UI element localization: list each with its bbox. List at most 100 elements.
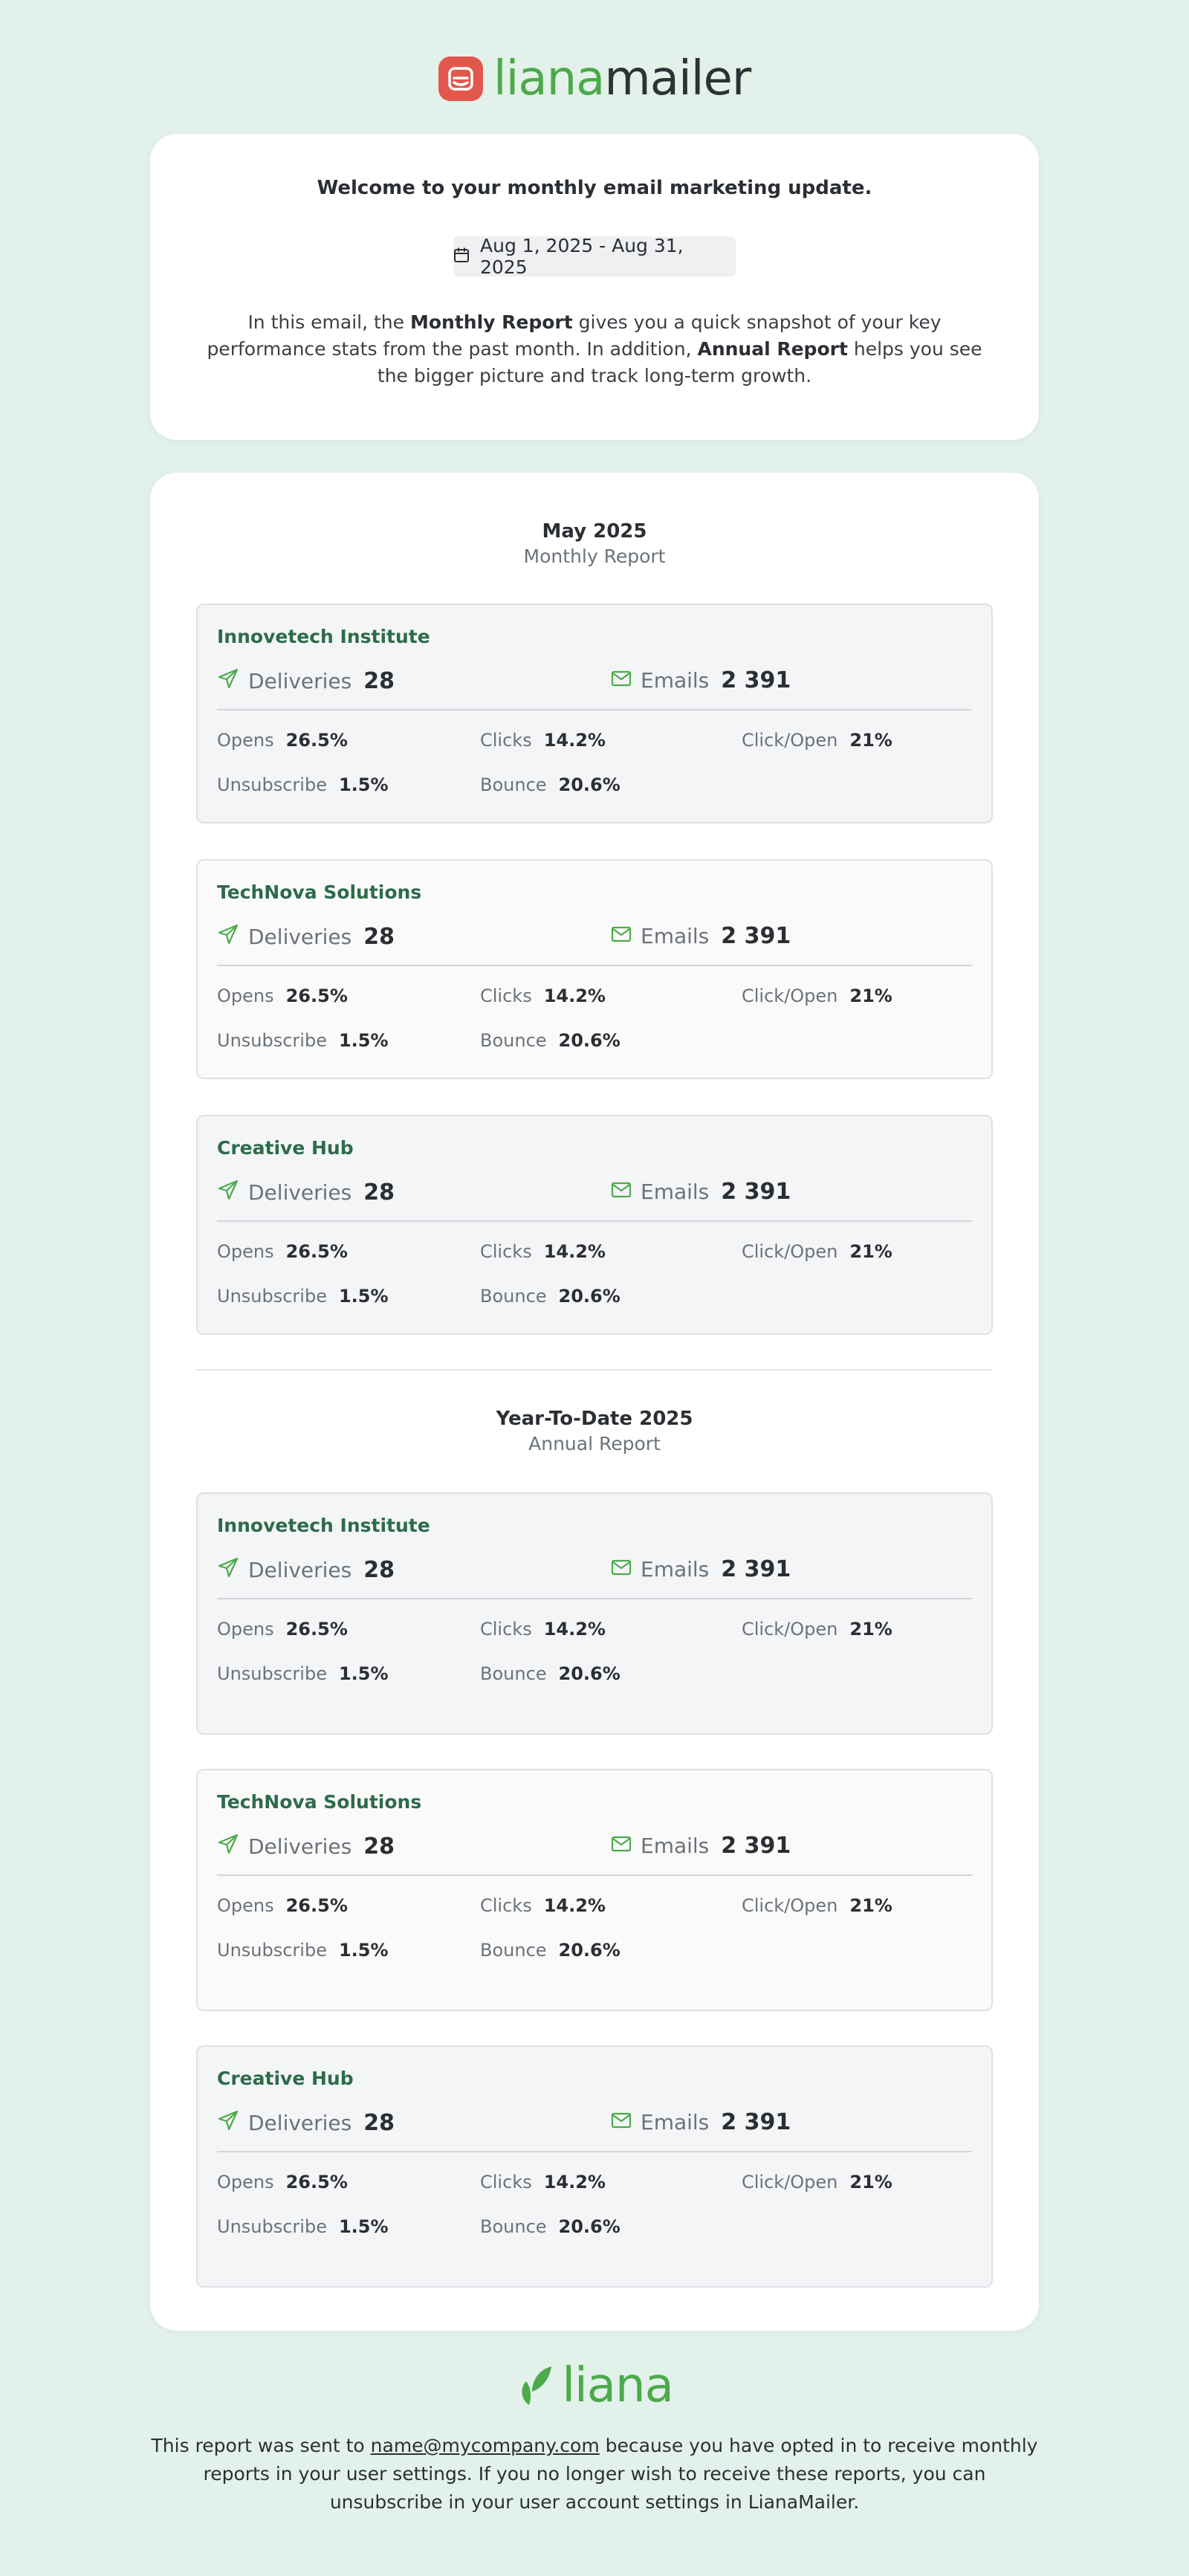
deliveries-label: Deliveries	[248, 2111, 352, 2135]
unsubscribe-metric: Unsubscribe 1.5%	[217, 1030, 389, 1051]
send-icon	[217, 667, 239, 695]
metric-value: 1.5%	[338, 774, 389, 795]
click-open-metric: Click/Open 21%	[742, 986, 892, 1006]
envelope-icon	[611, 2110, 632, 2135]
deliveries-value: 28	[363, 1834, 395, 1860]
logo-wordmark: lianamailer	[493, 51, 751, 106]
deliveries-kpi: Deliveries 28	[217, 1833, 395, 1860]
click-open-label: Click/Open	[742, 1895, 838, 1916]
envelope-icon	[611, 924, 632, 948]
metric-value: 14.2%	[543, 2172, 606, 2192]
unsubscribe-label: Unsubscribe	[217, 1940, 327, 1961]
metric-value: 20.6%	[558, 774, 621, 795]
org-divider	[217, 965, 972, 966]
welcome-title: Welcome to your monthly email marketing …	[317, 177, 872, 199]
opens-metric: Opens 26.5%	[217, 1895, 348, 1916]
org-name: Creative Hub	[217, 1137, 354, 1159]
deliveries-value: 28	[363, 2110, 395, 2136]
bounce-label: Bounce	[480, 1286, 547, 1307]
metric-value: 26.5%	[285, 2172, 348, 2192]
calendar-icon	[453, 246, 470, 268]
emails-label: Emails	[641, 2110, 710, 2135]
opens-metric: Opens 26.5%	[217, 1619, 348, 1640]
emails-kpi: Emails 2 391	[611, 923, 791, 949]
bounce-metric: Bounce 20.6%	[480, 1030, 621, 1051]
monthly-report-heading: May 2025 Monthly Report	[150, 519, 1039, 569]
opens-label: Opens	[217, 1619, 274, 1640]
org-name: Innovetech Institute	[217, 1515, 430, 1536]
footer-wordmark: liana	[562, 2358, 674, 2413]
opens-label: Opens	[217, 1895, 274, 1916]
metric-value: 1.5%	[338, 1663, 389, 1684]
emails-value: 2 391	[721, 1556, 791, 1582]
send-icon	[217, 2109, 239, 2137]
envelope-icon	[611, 1179, 632, 1204]
monthly-report-title: May 2025	[542, 520, 647, 543]
opens-metric: Opens 26.5%	[217, 1241, 348, 1262]
metric-value: 20.6%	[558, 2216, 621, 2237]
org-divider	[217, 1598, 972, 1599]
metric-value: 20.6%	[558, 1030, 621, 1051]
envelope-icon	[611, 1557, 632, 1582]
bounce-label: Bounce	[480, 1030, 547, 1051]
bounce-metric: Bounce 20.6%	[480, 1286, 621, 1307]
annual-report-subtitle: Annual Report	[528, 1433, 661, 1454]
emails-value: 2 391	[721, 923, 791, 949]
metric-value: 20.6%	[558, 1286, 621, 1307]
org-divider	[217, 1220, 972, 1222]
deliveries-value: 28	[363, 668, 395, 694]
metric-value: 21%	[849, 2172, 892, 2192]
deliveries-value: 28	[363, 1557, 395, 1583]
deliveries-kpi: Deliveries 28	[217, 667, 395, 695]
metric-value: 26.5%	[285, 1895, 348, 1916]
metric-value: 14.2%	[543, 730, 606, 751]
clicks-metric: Clicks 14.2%	[480, 1619, 606, 1640]
welcome-card: Welcome to your monthly email marketing …	[150, 134, 1039, 440]
org-name: TechNova Solutions	[217, 881, 422, 903]
bounce-label: Bounce	[480, 774, 547, 795]
unsubscribe-metric: Unsubscribe 1.5%	[217, 774, 389, 795]
clicks-metric: Clicks 14.2%	[480, 1895, 606, 1916]
send-icon	[217, 1179, 239, 1206]
metric-value: 21%	[849, 1619, 892, 1640]
annual-report-heading: Year-To-Date 2025 Annual Report	[150, 1406, 1039, 1457]
opens-label: Opens	[217, 730, 274, 751]
liana-leaf-icon	[516, 2362, 554, 2410]
intro-text: In this email, the Monthly Report gives …	[207, 311, 982, 386]
emails-kpi: Emails 2 391	[611, 1833, 791, 1859]
click-open-metric: Click/Open 21%	[742, 2172, 892, 2192]
emails-value: 2 391	[721, 1833, 791, 1859]
unsubscribe-metric: Unsubscribe 1.5%	[217, 1286, 389, 1307]
emails-value: 2 391	[721, 1179, 791, 1205]
org-divider	[217, 2151, 972, 2152]
click-open-label: Click/Open	[742, 730, 838, 751]
date-range-text: Aug 1, 2025 - Aug 31, 2025	[480, 235, 684, 278]
unsubscribe-metric: Unsubscribe 1.5%	[217, 2216, 389, 2237]
org-name: Creative Hub	[217, 2068, 354, 2089]
click-open-metric: Click/Open 21%	[742, 1895, 892, 1916]
deliveries-label: Deliveries	[248, 1558, 352, 1582]
click-open-label: Click/Open	[742, 2172, 838, 2192]
deliveries-kpi: Deliveries 28	[217, 1179, 395, 1206]
envelope-icon	[611, 668, 632, 693]
click-open-metric: Click/Open 21%	[742, 730, 892, 751]
metric-value: 21%	[849, 986, 892, 1006]
org-report-card: Innovetech Institute Deliveries 28 Email…	[196, 1492, 993, 1735]
footer-email-link[interactable]: name@mycompany.com	[371, 2435, 600, 2456]
metric-value: 14.2%	[543, 1241, 606, 1262]
metric-value: 20.6%	[558, 1663, 621, 1684]
deliveries-value: 28	[363, 924, 395, 950]
emails-kpi: Emails 2 391	[611, 667, 791, 693]
unsubscribe-label: Unsubscribe	[217, 774, 327, 795]
date-range-chip: Aug 1, 2025 - Aug 31, 2025	[453, 235, 736, 278]
org-report-card: TechNova Solutions Deliveries 28 Emails …	[196, 859, 993, 1079]
mail-logo-icon	[438, 56, 483, 101]
clicks-label: Clicks	[480, 730, 532, 751]
org-report-card: Innovetech Institute Deliveries 28 Email…	[196, 603, 993, 823]
annual-report-title: Year-To-Date 2025	[496, 1408, 693, 1430]
click-open-metric: Click/Open 21%	[742, 1619, 892, 1640]
deliveries-value: 28	[363, 1179, 395, 1206]
click-open-label: Click/Open	[742, 1619, 838, 1640]
clicks-label: Clicks	[480, 1619, 532, 1640]
opens-metric: Opens 26.5%	[217, 730, 348, 751]
